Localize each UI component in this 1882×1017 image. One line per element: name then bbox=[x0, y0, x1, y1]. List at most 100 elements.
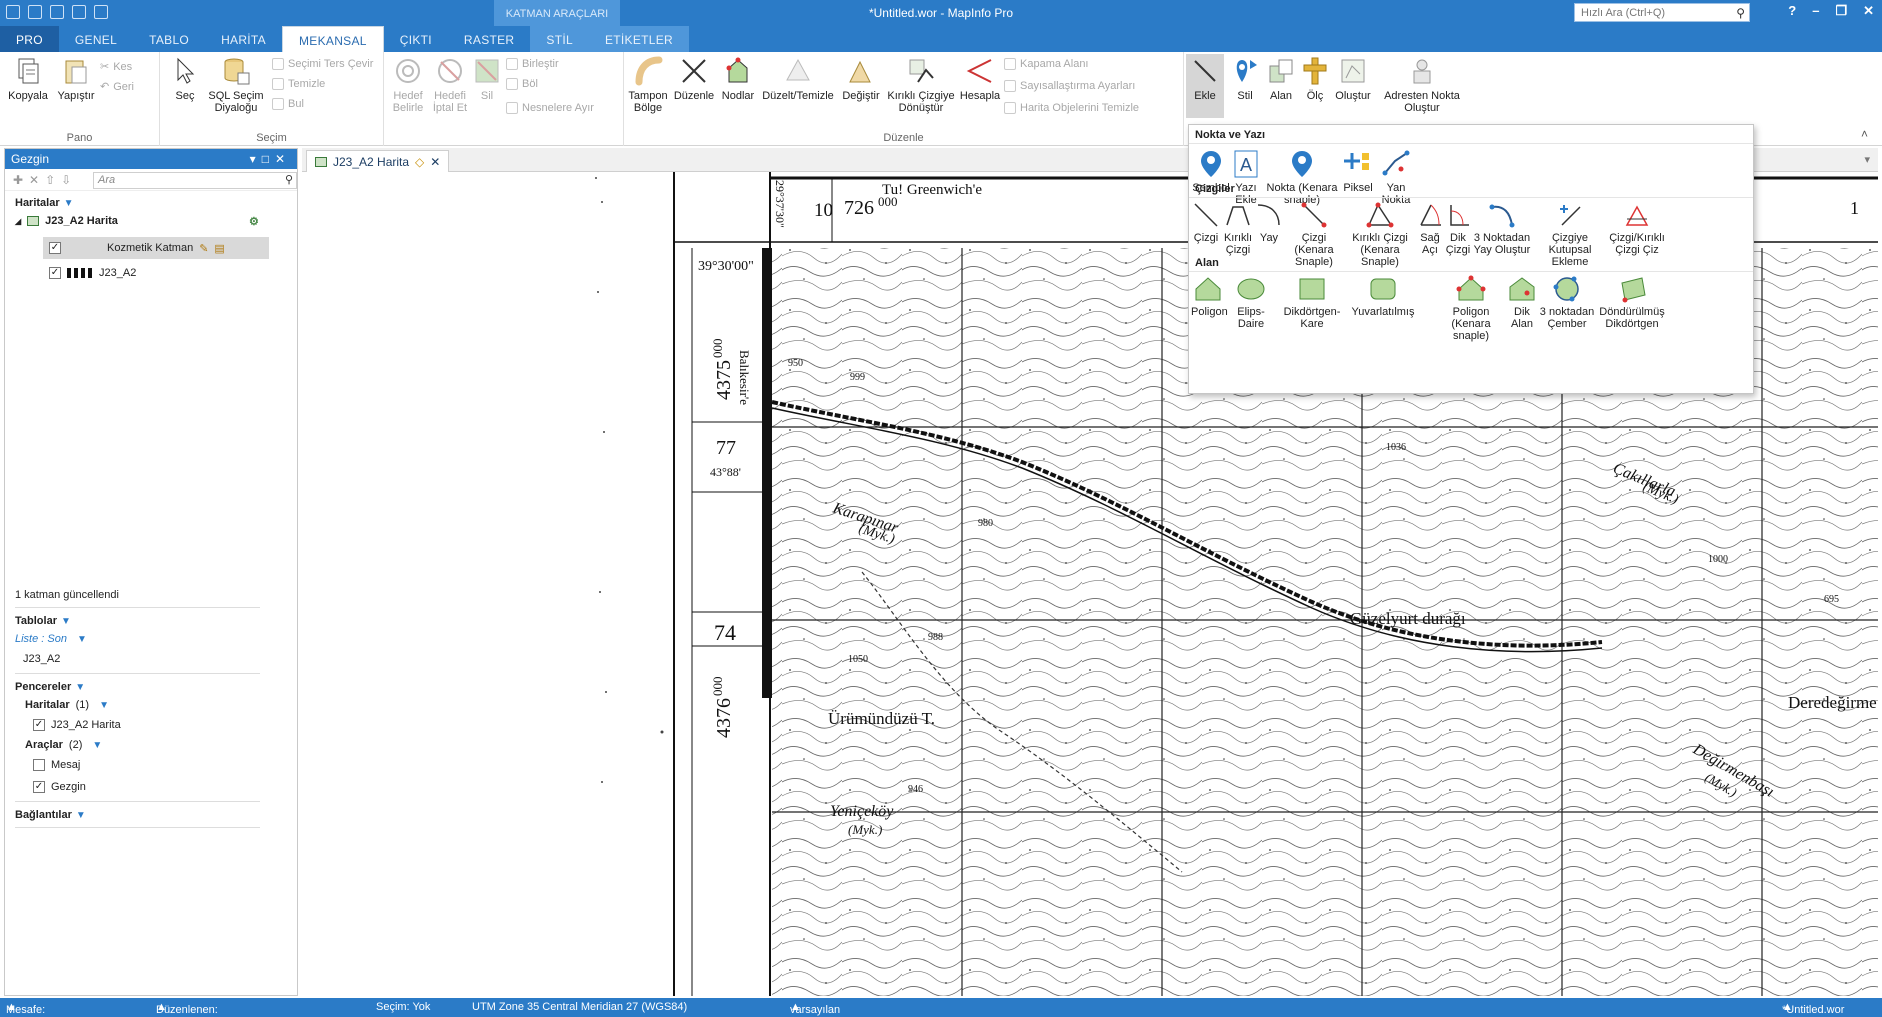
pin-icon[interactable]: ◇ bbox=[415, 155, 424, 169]
create-button[interactable]: Oluştur bbox=[1332, 56, 1374, 102]
status-editing[interactable]: Düzenlenen: Kozmetik Katman ▲ bbox=[156, 1001, 218, 1017]
undo-button[interactable]: ↶ Geri bbox=[100, 80, 134, 94]
geocode-button[interactable]: Adresten Nokta Oluştur bbox=[1380, 56, 1464, 114]
clear-selection-button[interactable]: Temizle bbox=[272, 78, 325, 90]
navigator-toolbar-icons[interactable]: ✚✕⇧⇩ bbox=[13, 173, 77, 187]
polyline-snap-tool[interactable]: Kırıklı Çizgi (Kenara Snaple) bbox=[1345, 201, 1415, 268]
search-icon[interactable]: ⚲ bbox=[285, 173, 293, 186]
tool-navigator-item[interactable]: ✓ Gezgin bbox=[33, 781, 86, 793]
table-item[interactable]: J23_A2 bbox=[23, 653, 60, 665]
search-icon[interactable]: ⚲ bbox=[1736, 6, 1745, 20]
collapse-ribbon-icon[interactable]: ˄ bbox=[1861, 127, 1868, 141]
restore-icon[interactable]: ❐ bbox=[1835, 3, 1847, 19]
quick-search-input[interactable]: Hızlı Ara (Ctrl+Q) ⚲ bbox=[1574, 3, 1750, 22]
navigator-search-input[interactable]: Ara ⚲ bbox=[93, 172, 297, 189]
rounded-rectangle-tool[interactable]: Yuvarlatılmış bbox=[1349, 275, 1417, 318]
help-icon[interactable]: ? bbox=[1788, 3, 1796, 19]
status-workspace[interactable]: *Untitled.wor ▲ bbox=[1782, 1001, 1844, 1016]
windows-section-header[interactable]: Pencereler ▼ bbox=[15, 681, 85, 693]
convert-polyline-button[interactable]: Kırıklı Çizgiye Dönüştür bbox=[886, 56, 956, 114]
split-button[interactable]: Böl bbox=[506, 78, 538, 90]
tab-harita[interactable]: HARİTA bbox=[205, 26, 282, 52]
selectable-icon[interactable]: ▤ bbox=[214, 242, 224, 255]
perpendicular-area-tool[interactable]: Dik Alan bbox=[1507, 275, 1537, 330]
windows-maps-group[interactable]: Haritalar (1) ▼ bbox=[25, 699, 109, 711]
status-distance[interactable]: Mesafe: 5.328 km ▲ bbox=[6, 1001, 45, 1017]
set-target-button[interactable]: Hedef Belirle bbox=[388, 56, 428, 114]
disaggregate-button[interactable]: Nesnelere Ayır bbox=[506, 102, 594, 114]
tool-message-checkbox[interactable] bbox=[33, 759, 45, 771]
draw-line-polyline-tool[interactable]: Çizgi/Kırıklı Çizgi Çiz bbox=[1609, 201, 1665, 256]
arc-tool[interactable]: Yay bbox=[1255, 201, 1283, 244]
polar-append-tool[interactable]: Çizgiye Kutupsal Ekleme bbox=[1533, 201, 1607, 268]
tables-section-header[interactable]: Tablolar ▼ bbox=[15, 615, 71, 627]
three-point-arc-tool[interactable]: 3 Noktadan Yay Oluştur bbox=[1473, 201, 1531, 256]
polygon-snap-tool[interactable]: Poligon (Kenara snaple) bbox=[1439, 275, 1503, 342]
right-angle-tool[interactable]: Sağ Açı bbox=[1417, 201, 1443, 256]
polyline-tool[interactable]: Kırıklı Çizgi bbox=[1223, 201, 1253, 256]
pixel-tool[interactable]: Piksel bbox=[1341, 149, 1375, 194]
style-button[interactable]: Stil bbox=[1228, 56, 1262, 102]
perpendicular-line-tool[interactable]: Dik Çizgi bbox=[1445, 201, 1471, 256]
close-tab-icon[interactable]: ✕ bbox=[430, 155, 440, 169]
line-tool[interactable]: Çizgi bbox=[1191, 201, 1221, 244]
buffer-button[interactable]: Tampon Bölge bbox=[626, 56, 670, 114]
copy-button[interactable]: Kopyala bbox=[8, 56, 48, 102]
status-projection[interactable]: UTM Zone 35 Central Meridian 27 (WGS84) bbox=[472, 1001, 687, 1013]
tab-mekansal[interactable]: MEKANSAL bbox=[281, 26, 384, 52]
tab-cikti[interactable]: ÇIKTI bbox=[384, 26, 448, 52]
change-button[interactable]: Değiştir bbox=[838, 56, 884, 102]
windows-map-item[interactable]: ✓ J23_A2 Harita bbox=[33, 719, 121, 731]
three-point-circle-tool[interactable]: 3 noktadan Çember bbox=[1539, 275, 1595, 330]
tree-raster-layer[interactable]: ✓ J23_A2 bbox=[49, 267, 136, 279]
close-icon[interactable]: ✕ bbox=[1863, 3, 1874, 19]
tree-cosmetic-layer[interactable]: ✓ Kozmetik Katman ✎ ▤ bbox=[43, 237, 269, 259]
clean-button[interactable]: Düzelt/Temizle bbox=[760, 56, 836, 102]
connections-section-header[interactable]: Bağlantılar ▼ bbox=[15, 809, 86, 821]
calculate-button[interactable]: Hesapla bbox=[958, 56, 1002, 102]
combine-button[interactable]: Birleştir bbox=[506, 58, 559, 70]
list-sort-dropdown[interactable]: Liste : Son ▼ bbox=[15, 633, 87, 645]
coverage-button[interactable]: Kapama Alanı bbox=[1004, 58, 1089, 70]
tab-list-dropdown-icon[interactable]: ▾ bbox=[1864, 153, 1870, 166]
tab-etiketler[interactable]: ETİKETLER bbox=[588, 26, 690, 52]
tab-stil[interactable]: STİL bbox=[530, 26, 589, 52]
cosmetic-layer-checkbox[interactable]: ✓ bbox=[49, 242, 61, 254]
area-button[interactable]: Alan bbox=[1264, 56, 1298, 102]
find-button[interactable]: Bul bbox=[272, 98, 304, 110]
measure-button[interactable]: Ölç bbox=[1300, 56, 1330, 102]
tool-message-item[interactable]: Mesaj bbox=[33, 759, 80, 771]
sql-select-button[interactable]: SQL Seçim Diyaloğu bbox=[206, 56, 266, 114]
tab-tablo[interactable]: TABLO bbox=[133, 26, 205, 52]
select-button[interactable]: Seç bbox=[168, 56, 202, 102]
windows-map-checkbox[interactable]: ✓ bbox=[33, 719, 45, 731]
cancel-target-button[interactable]: Hedefi İptal Et bbox=[430, 56, 470, 114]
insert-button[interactable]: Ekle bbox=[1186, 54, 1224, 118]
navigator-window-buttons[interactable]: ▾□✕ bbox=[250, 152, 291, 166]
cut-button[interactable]: ✂ Kes bbox=[100, 60, 132, 74]
tree-map-item[interactable]: ◢ J23_A2 Harita ⚙ bbox=[15, 215, 259, 228]
erase-button[interactable]: Sil bbox=[472, 56, 502, 102]
polygon-tool[interactable]: Poligon bbox=[1191, 275, 1228, 318]
digitize-settings-button[interactable]: Sayısallaştırma Ayarları bbox=[1004, 80, 1135, 92]
tab-raster[interactable]: RASTER bbox=[448, 26, 530, 52]
windows-tools-group[interactable]: Araçlar (2) ▼ bbox=[25, 739, 102, 751]
tab-genel[interactable]: GENEL bbox=[59, 26, 133, 52]
nodes-button[interactable]: Nodlar bbox=[718, 56, 758, 102]
minimize-icon[interactable]: – bbox=[1812, 3, 1819, 19]
status-default[interactable]: varsayılan ▲ bbox=[790, 1001, 840, 1016]
raster-layer-checkbox[interactable]: ✓ bbox=[49, 267, 61, 279]
editable-pencil-icon[interactable]: ✎ bbox=[199, 242, 208, 255]
reshape-button[interactable]: Düzenle bbox=[672, 56, 716, 102]
paste-button[interactable]: Yapıştır bbox=[54, 56, 98, 102]
rectangle-tool[interactable]: Dikdörtgen-Kare bbox=[1277, 275, 1347, 330]
tab-pro[interactable]: PRO bbox=[0, 26, 59, 52]
maps-section-header[interactable]: Haritalar ▼ bbox=[15, 197, 74, 209]
tool-navigator-checkbox[interactable]: ✓ bbox=[33, 781, 45, 793]
line-snap-tool[interactable]: Çizgi (Kenara Snaple) bbox=[1285, 201, 1343, 268]
clear-map-objects-button[interactable]: Harita Objelerini Temizle bbox=[1004, 102, 1139, 114]
layer-control-icon[interactable]: ⚙ bbox=[249, 215, 259, 228]
rotated-rectangle-tool[interactable]: Döndürülmüş Dikdörtgen bbox=[1597, 275, 1667, 330]
ellipse-tool[interactable]: Elips-Daire bbox=[1227, 275, 1275, 330]
invert-selection-button[interactable]: Seçimi Ters Çevir bbox=[272, 58, 373, 70]
